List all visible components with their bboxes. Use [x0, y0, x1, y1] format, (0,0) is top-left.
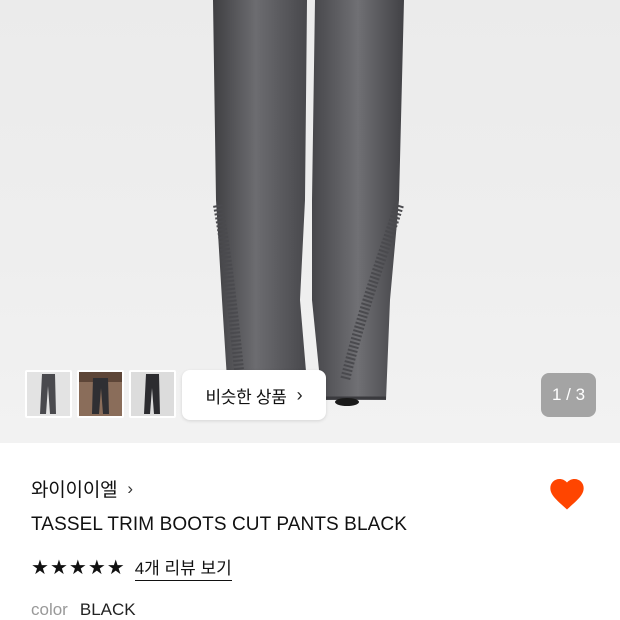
similar-products-button[interactable]: 비슷한 상품 › — [182, 370, 326, 420]
similar-products-label: 비슷한 상품 — [205, 387, 287, 407]
thumbnail-3[interactable] — [129, 370, 176, 418]
product-image-carousel[interactable]: 비슷한 상품 › 1 / 3 — [0, 0, 620, 443]
thumbnail-1[interactable] — [25, 370, 72, 418]
chevron-right-icon: › — [127, 478, 134, 498]
rating-row: ★ ★ ★ ★ ★ 4개 리뷰 보기 — [31, 554, 232, 581]
color-label: color — [31, 600, 68, 619]
thumbnail-strip — [25, 370, 176, 418]
star-icon: ★ — [87, 556, 106, 579]
thumbnail-2[interactable] — [77, 370, 124, 418]
chevron-right-icon: › — [296, 384, 303, 405]
color-option: color BLACK — [31, 600, 136, 620]
rating-stars: ★ ★ ★ ★ ★ — [31, 558, 125, 578]
image-page-indicator: 1 / 3 — [541, 373, 596, 417]
brand-link[interactable]: 와이이이엘 › — [31, 475, 133, 502]
star-icon: ★ — [68, 556, 87, 579]
favorite-button[interactable] — [547, 474, 587, 514]
view-reviews-link[interactable]: 4개 리뷰 보기 — [134, 554, 232, 581]
star-icon: ★ — [106, 556, 125, 579]
heart-icon — [550, 479, 584, 510]
brand-name: 와이이이엘 — [31, 480, 118, 501]
product-title: TASSEL TRIM BOOTS CUT PANTS BLACK — [31, 514, 407, 535]
color-value: BLACK — [79, 600, 136, 619]
star-icon: ★ — [31, 556, 49, 579]
star-icon: ★ — [49, 556, 68, 579]
